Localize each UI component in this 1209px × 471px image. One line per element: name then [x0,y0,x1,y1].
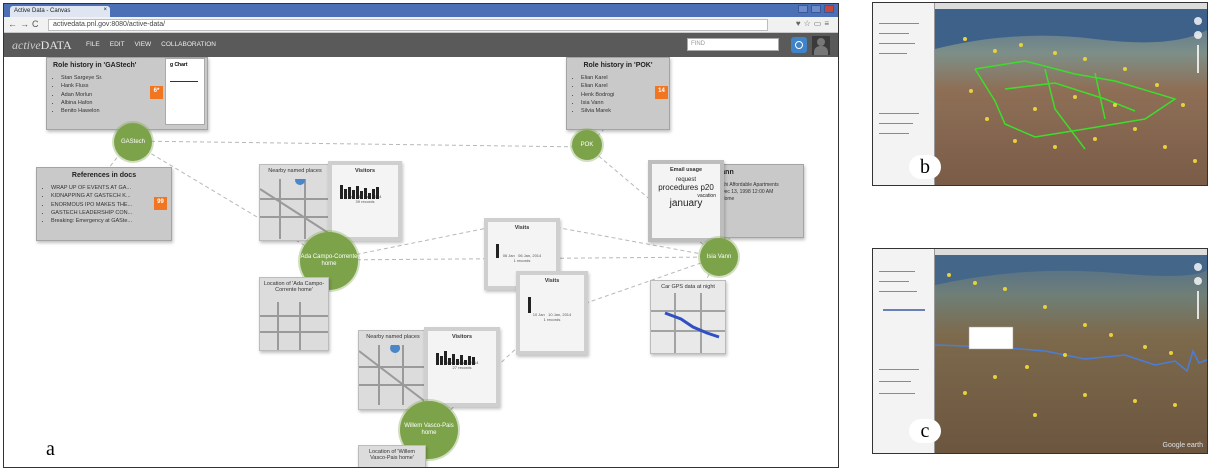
role-history-pok-card[interactable]: Role history in 'POK' Elian Karel Elian … [566,57,670,130]
close-window-button[interactable] [824,5,834,13]
url-text: activedata.pnl.gov:8080/active-data/ [53,21,166,28]
thumb-title: Nearby named places [268,168,322,174]
location-willem-thumb[interactable]: Location of 'Willem Vasco-Pais home' [358,445,426,467]
browser-tab-bar: Active Data - Canvas × [4,4,838,17]
find-input[interactable]: FIND [687,38,779,51]
location-ada-thumb[interactable]: Location of 'Ada Campo-Corrente home' [259,277,329,351]
visitors-bars [436,349,475,365]
maximize-button[interactable] [811,5,821,13]
logo-suffix: DATA [40,38,72,52]
active-data-browser-window: Active Data - Canvas × ← → C activedata.… [3,3,839,468]
chart-title: Visitors [451,334,473,340]
count-badge: 6* [150,86,163,99]
earth-view-b[interactable]: b [872,2,1208,186]
earth-view-c[interactable]: Google earth c [872,248,1208,454]
role-history-gastech-card[interactable]: g Chart Role history in 'GAStech' Stan S… [46,57,208,130]
record-count: 27 records [452,365,472,370]
visitors-chart-1[interactable]: Visitors Jan 13 Jan, 2014 39 records [328,161,402,241]
word-cloud: request procedures p20 vacation january [658,177,716,209]
app-menu: FILE EDIT VIEW COLLABORATION [86,41,216,48]
forward-icon[interactable]: → [20,19,29,29]
tab-close-icon[interactable]: × [103,7,107,13]
menu-file[interactable]: FILE [86,41,100,48]
panel-label-a: a [46,438,55,460]
references-list: WRAP UP OF EVENTS AT GA... KIDNAPPING AT… [51,184,171,225]
url-bar[interactable]: activedata.pnl.gov:8080/active-data/ [48,19,768,31]
earth-track-map [935,9,1207,185]
visits-bars [496,244,499,258]
settings-icon[interactable] [791,37,807,53]
app-header: activeDATA FILE EDIT VIEW COLLABORATION … [4,33,838,57]
app-logo: activeDATA [12,38,72,53]
map-icon [359,345,427,405]
visitors-bars [340,183,379,199]
list-item: Silvia Marek [581,107,669,115]
toolbar-icons[interactable]: ♥☆▭≡ [796,19,832,28]
panel-label-b: b [909,155,941,179]
back-icon[interactable]: ← [8,19,17,29]
browser-toolbar: ← → C activedata.pnl.gov:8080/active-dat… [4,17,838,33]
browser-tab[interactable]: Active Data - Canvas × [10,6,110,17]
record-count: 1 records [543,317,561,322]
reload-icon[interactable]: C [32,19,39,29]
mini-chart: g Chart [165,58,205,125]
google-earth-watermark: Google earth [1162,442,1203,449]
record-count: 1 records [513,258,531,263]
email-usage-cloud[interactable]: Email usage request procedures p20 vacat… [648,160,724,242]
list-item[interactable]: KIDNAPPING AT GASTECH K... [51,192,171,200]
visits-chart-2[interactable]: Visits 10 Jan 10 Jan, 2014 1 records [516,271,588,355]
selected-tree-item[interactable] [883,309,925,311]
minimize-button[interactable] [798,5,808,13]
car-gps-thumb[interactable]: Car GPS data at night [650,280,726,354]
tab-title: Active Data - Canvas [14,8,71,14]
logo-prefix: active [12,38,41,52]
chart-title: Visitors [354,168,376,174]
chart-title: Email usage [669,167,703,173]
menu-collaboration[interactable]: COLLABORATION [161,41,216,48]
card-title: Vann [717,169,734,176]
thumb-title: Location of 'Ada Campo-Corrente home' [263,281,325,293]
gps-route-map [651,293,725,353]
visitors-chart-2[interactable]: Visitors Jan 13 Jan, 2014 27 records [424,327,500,407]
card-details: Ahi Affordable Apartments Dec 13, 1998 1… [721,182,779,202]
references-card[interactable]: References in docs WRAP UP OF EVENTS AT … [36,167,172,241]
list-item: Elian Karel [581,74,669,82]
list-item[interactable]: WRAP UP OF EVENTS AT GA... [51,184,171,192]
menu-view[interactable]: VIEW [135,41,152,48]
map-icon [260,302,328,350]
list-item[interactable]: ENORMOUS IPO MAKES THE... [51,201,171,209]
list-item[interactable]: GASTECH LEADERSHIP CON... [51,209,171,217]
record-count: 39 records [355,199,375,204]
list-item[interactable]: Breaking: Emergency at GASte... [51,217,171,225]
count-badge: 99 [154,197,167,210]
card-title: Role history in 'POK' [583,62,653,69]
earth-3d-view[interactable] [935,9,1207,185]
earth-3d-view[interactable]: Google earth [934,255,1207,453]
thumb-title: Location of 'Willem Vasco-Pais home' [369,449,415,461]
visits-bars [528,297,531,313]
map-icon [260,179,330,239]
canvas-area[interactable]: g Chart Role history in 'GAStech' Stan S… [4,57,838,467]
node-gastech[interactable]: GAStech [114,123,152,161]
thumb-title: Car GPS data at night [661,284,715,290]
nearby-places-thumb-2[interactable]: Nearby named places [358,330,428,410]
nearby-places-thumb[interactable]: Nearby named places [259,164,331,241]
mini-chart-title: g Chart [170,62,188,68]
panel-label-c: c [909,419,941,443]
menu-edit[interactable]: EDIT [110,41,125,48]
chart-title: Visits [544,278,560,284]
list-item: Isia Vann [581,99,669,107]
count-badge: 14 [655,86,668,99]
node-pok[interactable]: POK [572,130,602,160]
node-isia-vann[interactable]: Isia Vann [700,238,738,276]
chart-title: Visits [514,225,530,231]
avatar[interactable] [812,36,830,55]
earth-track-map [934,255,1207,453]
card-title: References in docs [71,172,137,179]
thumb-title: Nearby named places [366,334,420,340]
window-controls [798,5,834,13]
